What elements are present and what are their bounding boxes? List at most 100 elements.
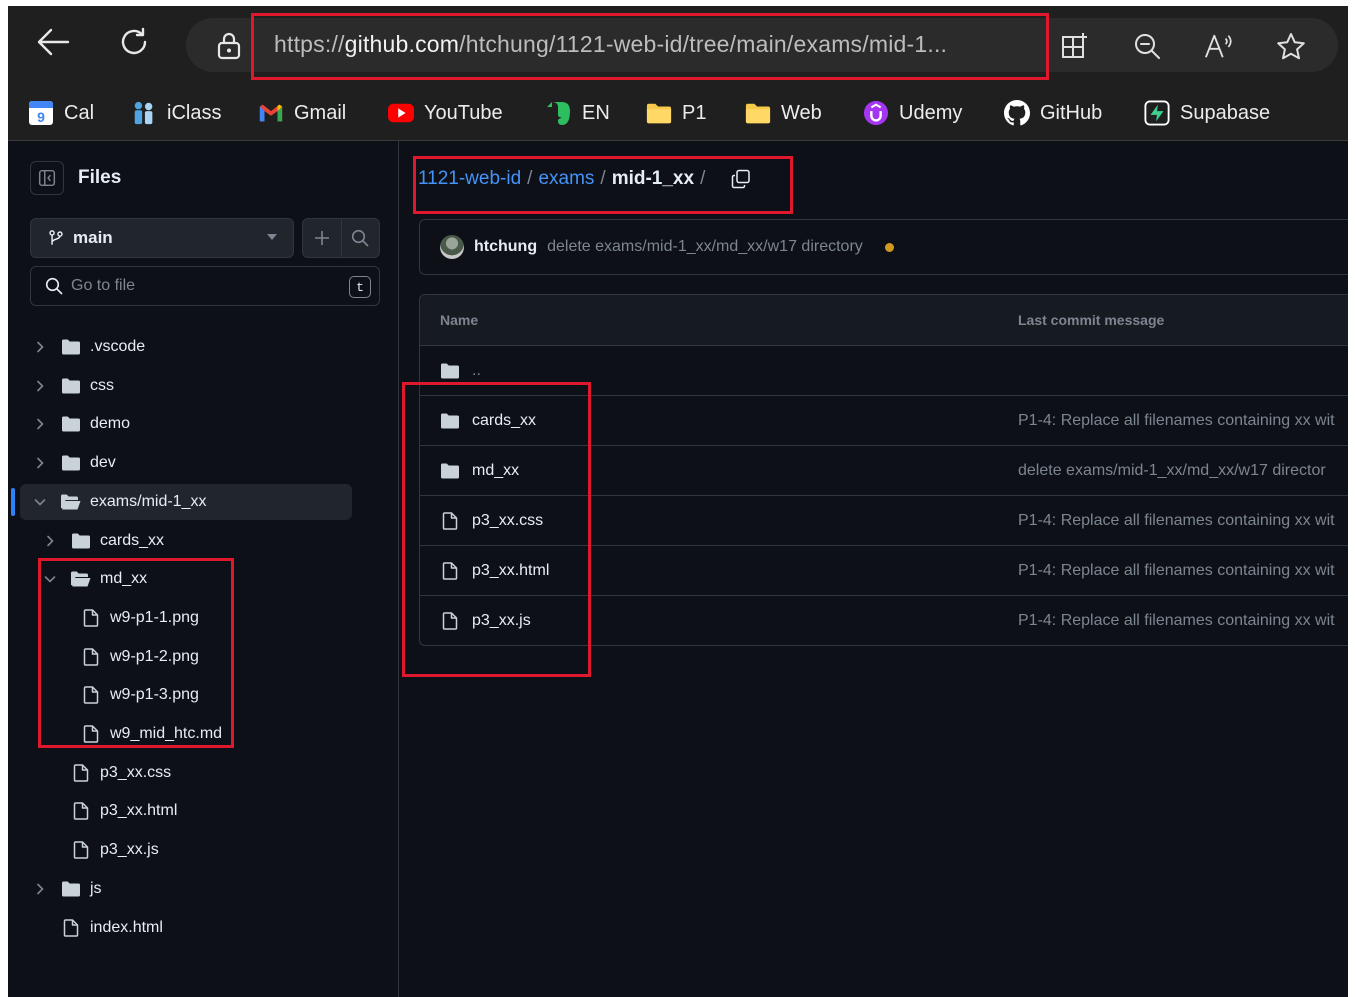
tree-item-p3-xx-html[interactable]: p3_xx.html [20,793,352,829]
parent-directory-row[interactable]: .. [420,346,1348,396]
branch-selector[interactable]: main [30,218,294,258]
file-icon [71,763,91,782]
chevron-right-icon[interactable] [32,378,48,394]
table-row[interactable]: p3_xx.css P1-4: Replace all filenames con… [420,496,1348,546]
breadcrumb-repo-link[interactable]: 1121-web-id [418,168,521,190]
iclass-icon [131,100,157,126]
file-name-link[interactable]: p3_xx.css [472,512,543,530]
table-row[interactable]: p3_xx.html P1-4: Replace all filenames co… [420,546,1348,596]
tree-item-label: p3_xx.js [100,841,159,859]
tree-item-w9-mid-htc-md[interactable]: w9_mid_htc.md [20,716,352,752]
breadcrumb-separator: / [600,168,606,189]
folder-icon [61,377,81,395]
tree-item-dev[interactable]: dev [20,445,352,481]
bookmark-cal[interactable]: 9 Cal [28,96,94,130]
commit-message-link[interactable]: P1-4: Replace all filenames containing x… [1018,612,1335,630]
bookmark-p1[interactable]: P1 [646,96,706,130]
tree-item-js[interactable]: js [20,871,352,907]
chevron-right-icon[interactable] [32,339,48,355]
commit-author[interactable]: htchung [474,238,537,256]
app-available-icon[interactable] [1060,32,1090,60]
browser-toolbar: https://github.com/htchung/1121-web-id/t… [8,6,1348,88]
url-text[interactable]: https://github.com/htchung/1121-web-id/t… [274,31,947,58]
directory-view: 1121-web-id / exams / mid-1_xx / htchung… [399,141,1348,997]
bookmark-supabase[interactable]: Supabase [1144,96,1270,130]
add-file-button[interactable] [303,219,341,257]
browser-window: https://github.com/htchung/1121-web-id/t… [8,6,1348,997]
chevron-right-icon[interactable] [32,416,48,432]
bookmark-web[interactable]: Web [745,96,822,130]
tree-item-label: w9-p1-3.png [110,686,199,704]
file-name-link[interactable]: p3_xx.js [472,612,531,630]
file-icon [440,611,460,630]
avatar[interactable] [440,235,464,259]
bookmark-en[interactable]: EN [546,96,610,130]
breadcrumb-exams-link[interactable]: exams [538,168,594,190]
collapse-sidebar-button[interactable] [30,161,64,195]
udemy-icon [863,100,889,126]
tree-item-css[interactable]: css [20,368,352,404]
table-row[interactable]: p3_xx.js P1-4: Replace all filenames cont… [420,596,1348,645]
tree-item-w9-p1-2-png[interactable]: w9-p1-2.png [20,639,352,675]
files-header: Files [30,161,121,195]
bookmark-gmail[interactable]: Gmail [258,96,346,130]
chevron-right-icon[interactable] [42,533,58,549]
column-header-name: Name [440,312,479,328]
bookmark-iclass[interactable]: iClass [131,96,221,130]
git-branch-icon [49,230,63,245]
bookmark-github[interactable]: GitHub [1004,96,1102,130]
commit-message-link[interactable]: P1-4: Replace all filenames containing x… [1018,512,1335,530]
chevron-down-icon[interactable] [32,494,48,510]
caret-down-icon [267,234,277,240]
read-aloud-icon[interactable] [1204,32,1234,60]
search-icon [45,277,63,295]
folder-open-icon [61,493,81,511]
commit-message-link[interactable]: delete exams/mid-1_xx/md_xx/w17 director [1018,462,1326,480]
bookmarks-bar: 9 Cal iClass Gmail YouTube EN P1 Web Ude… [8,88,1348,141]
commit-message-link[interactable]: P1-4: Replace all filenames containing x… [1018,412,1335,430]
tree-item-index-html[interactable]: index.html [20,910,352,946]
refresh-button[interactable] [114,22,154,62]
table-row[interactable]: md_xx delete exams/mid-1_xx/md_xx/w17 dir… [420,446,1348,496]
tree-item-demo[interactable]: demo [20,406,352,442]
bookmark-label: Udemy [899,101,963,124]
bookmark-udemy[interactable]: Udemy [863,96,962,130]
folder-icon [440,462,460,480]
tree-item-vscode[interactable]: .vscode [20,329,352,365]
tree-item-w9-p1-3-png[interactable]: w9-p1-3.png [20,677,352,713]
file-name-link[interactable]: md_xx [472,462,519,480]
bookmark-label: Supabase [1180,101,1271,124]
tree-item-label: index.html [90,918,163,936]
commit-status-dot[interactable] [884,242,894,252]
chevron-right-icon[interactable] [32,455,48,471]
table-row[interactable]: cards_xx P1-4: Replace all filenames cont… [420,396,1348,446]
tree-item-p3-xx-css[interactable]: p3_xx.css [20,755,352,791]
zoom-out-icon[interactable] [1132,32,1162,60]
tree-item-md-xx[interactable]: md_xx [20,561,352,597]
file-icon [61,918,81,937]
address-bar[interactable]: https://github.com/htchung/1121-web-id/t… [186,18,1338,72]
commit-message-link[interactable]: P1-4: Replace all filenames containing x… [1018,562,1335,580]
back-button[interactable] [33,22,73,62]
bookmark-youtube[interactable]: YouTube [388,96,503,130]
copy-path-button[interactable] [729,167,753,191]
parent-directory-link[interactable]: .. [472,362,481,380]
commit-message[interactable]: delete exams/mid-1_xx/md_xx/w17 director… [547,238,863,256]
tree-item-exams-mid-1-xx[interactable]: exams/mid-1_xx [11,483,352,520]
file-name-link[interactable]: p3_xx.html [472,562,549,580]
folder-icon [61,880,81,898]
selection-indicator [11,487,15,516]
tree-actions [302,218,380,258]
folder-icon [71,532,91,550]
tree-item-cards-xx[interactable]: cards_xx [20,523,352,559]
lock-icon[interactable] [216,32,242,65]
tree-item-p3-xx-js[interactable]: p3_xx.js [20,832,352,868]
tree-item-w9-p1-1-png[interactable]: w9-p1-1.png [20,600,352,636]
file-name-link[interactable]: cards_xx [472,412,536,430]
chevron-down-icon[interactable] [42,571,58,587]
go-to-file-input[interactable]: Go to file t [30,266,380,306]
favorite-star-icon[interactable] [1276,32,1306,60]
url-path: /htchung/1121-web-id/tree/main/exams/mid… [459,31,948,57]
chevron-right-icon[interactable] [32,881,48,897]
search-files-button[interactable] [340,219,380,257]
